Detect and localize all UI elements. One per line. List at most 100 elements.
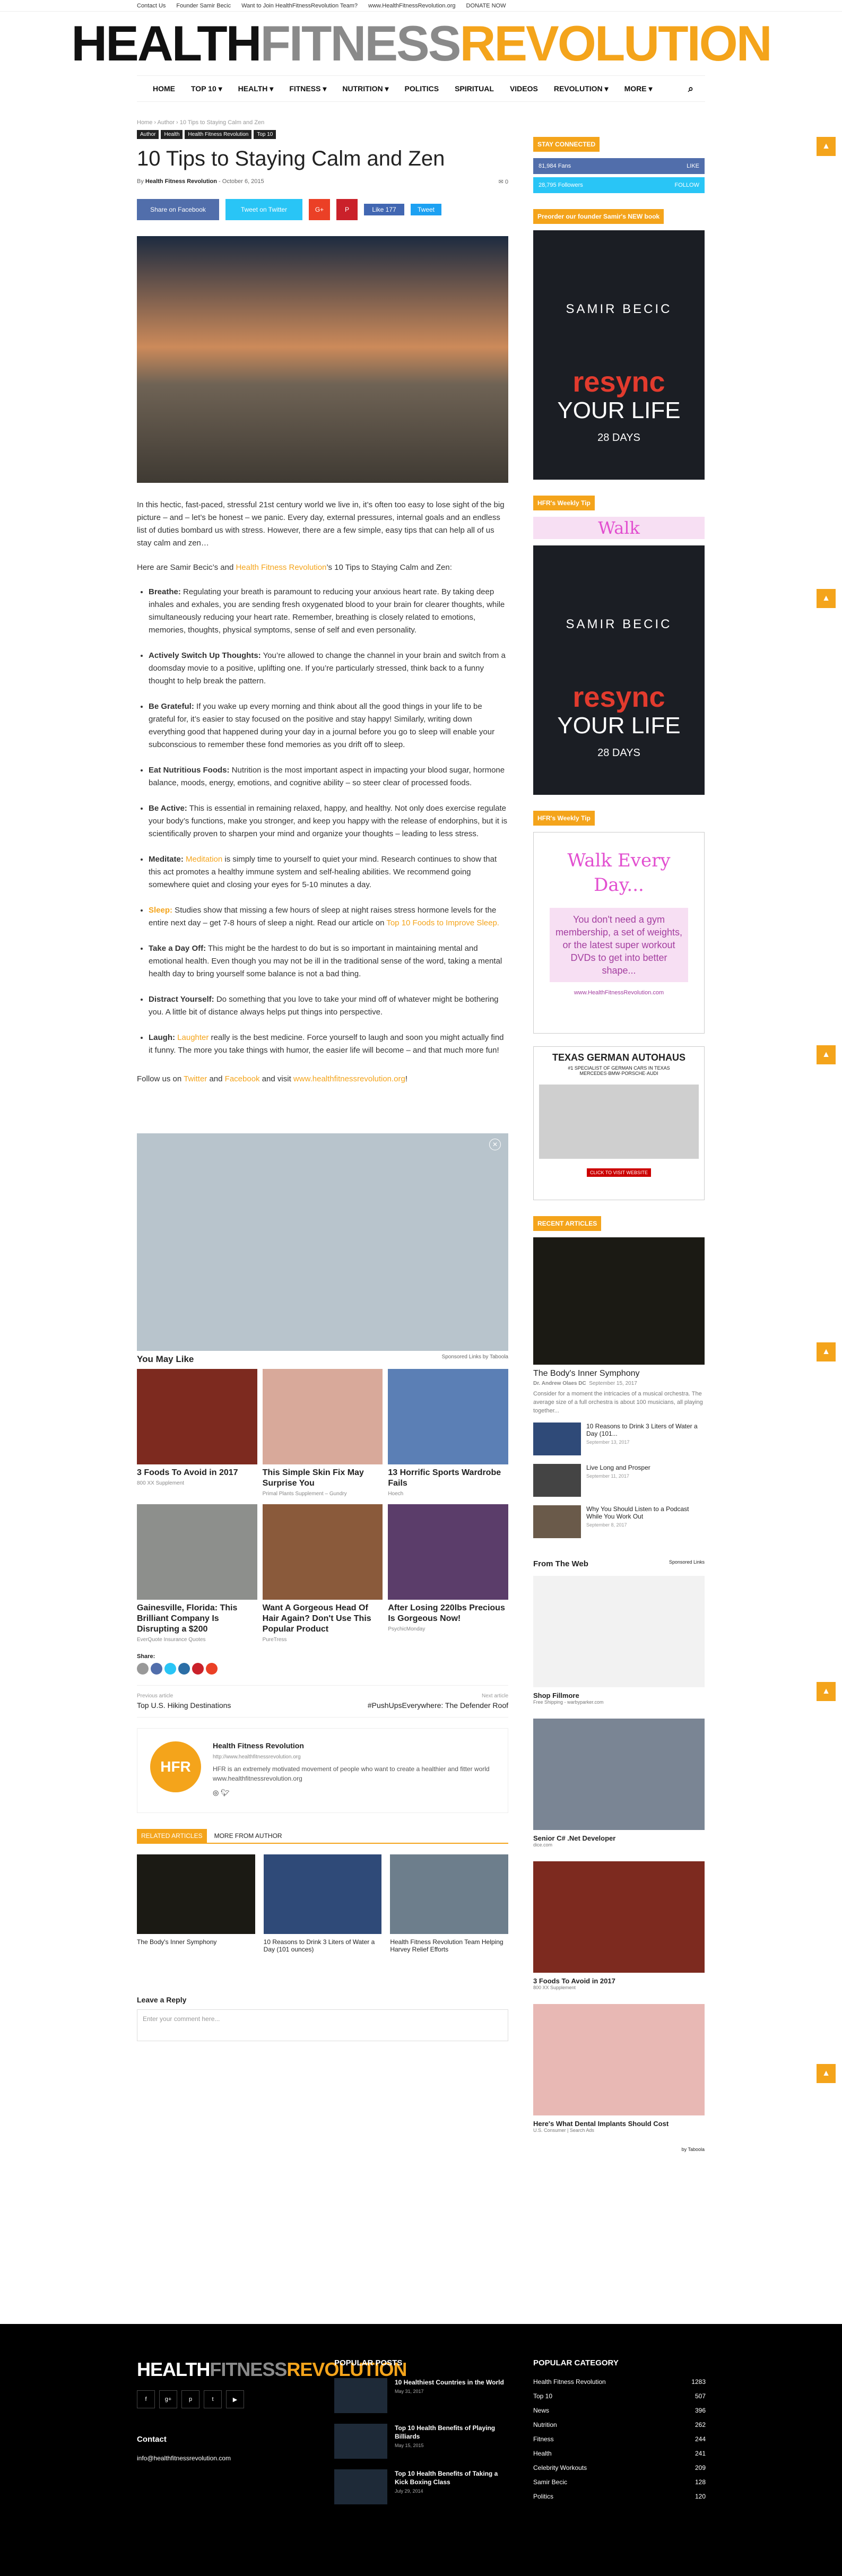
sponsor-label[interactable]: Sponsored Links by Taboola (442, 1354, 508, 1365)
scroll-up-button[interactable]: ▲ (817, 1682, 836, 1701)
category-row[interactable]: Nutrition 262 (533, 2421, 706, 2428)
list-item[interactable]: 10 Healthiest Countries in the World May … (334, 2378, 509, 2413)
follow-facebook-link[interactable]: Facebook (225, 1074, 260, 1083)
nav-spiritual[interactable]: SPIRITUAL (455, 84, 494, 93)
related-item[interactable]: The Body's Inner Symphony (137, 1854, 255, 1953)
category-row[interactable]: Fitness 244 (533, 2435, 706, 2443)
sponsored-card[interactable]: 13 Horrific Sports Wardrobe Fails Hoech (388, 1369, 508, 1497)
share-twitter-button[interactable]: Tweet on Twitter (225, 199, 302, 220)
pinterest-icon[interactable]: p (181, 2390, 199, 2408)
gplus-icon[interactable] (206, 1663, 218, 1675)
facebook-icon[interactable]: f (137, 2390, 155, 2408)
sponsored-card[interactable]: Want A Gorgeous Head Of Hair Again? Don'… (262, 1504, 383, 1643)
list-item[interactable]: 10 Reasons to Drink 3 Liters of Water a … (533, 1423, 705, 1455)
category-tag[interactable]: Health (161, 130, 183, 139)
twitter-followers-row[interactable]: 28,795 Followers FOLLOW (533, 177, 705, 193)
sponsored-card[interactable]: After Losing 220lbs Precious Is Gorgeous… (388, 1504, 508, 1643)
category-row[interactable]: Celebrity Workouts 209 (533, 2464, 706, 2471)
share-gplus-button[interactable]: G+ (309, 199, 330, 220)
topbar-link-site[interactable]: www.HealthFitnessRevolution.org (368, 3, 455, 9)
related-item[interactable]: Health Fitness Revolution Team Helping H… (390, 1854, 508, 1953)
video-ad[interactable]: ✕ (137, 1133, 508, 1351)
site-logo[interactable]: HEALTH FITNESS REVOLUTION (0, 12, 842, 75)
tip-link[interactable]: Laughter (177, 1033, 209, 1042)
topbar-link-contact[interactable]: Contact Us (137, 3, 166, 9)
recent-main-author[interactable]: Dr. Andrew Olaes DC (533, 1381, 586, 1386)
nav-politics[interactable]: POLITICS (405, 84, 439, 93)
nav-top10[interactable]: TOP 10 ▾ (191, 84, 222, 93)
weekly-tip-banner[interactable]: Walk (533, 517, 705, 539)
nav-more[interactable]: MORE ▾ (624, 84, 653, 93)
nav-home[interactable]: HOME (153, 84, 175, 93)
sponsored-card[interactable]: 3 Foods To Avoid in 2017 800 XX Supplemen… (533, 1861, 705, 1990)
category-row[interactable]: Top 10 507 (533, 2392, 706, 2400)
sponsored-card[interactable]: Shop Fillmore Free Shipping - warbyparker… (533, 1576, 705, 1705)
twitter-icon[interactable]: t (204, 2390, 222, 2408)
category-row[interactable]: News 396 (533, 2407, 706, 2414)
sponsored-card[interactable]: 3 Foods To Avoid in 2017 800 XX Supplemen… (137, 1369, 257, 1497)
footer-email[interactable]: info@healthfitnessrevolution.com (137, 2454, 317, 2462)
intro-link[interactable]: Health Fitness Revolution (236, 563, 326, 572)
prev-article[interactable]: Previous article Top U.S. Hiking Destinat… (137, 1693, 231, 1710)
category-row[interactable]: Health 241 (533, 2450, 706, 2457)
share-facebook-button[interactable]: Share on Facebook (137, 199, 219, 220)
ad-cta-button[interactable]: CLICK TO VISIT WEBSITE (586, 1168, 652, 1177)
topbar-link-join[interactable]: Want to Join HealthFitnessRevolution Tea… (241, 3, 358, 9)
nav-nutrition[interactable]: NUTRITION ▾ (342, 84, 388, 93)
category-row[interactable]: Samir Becic 128 (533, 2478, 706, 2486)
close-icon[interactable]: ✕ (489, 1139, 501, 1150)
youtube-icon[interactable]: ▶ (226, 2390, 244, 2408)
tab-related-articles[interactable]: RELATED ARTICLES (137, 1829, 207, 1843)
email-icon[interactable] (137, 1663, 149, 1675)
comment-count[interactable]: 0 (505, 179, 508, 185)
share-pinterest-button[interactable]: P (336, 199, 358, 220)
breadcrumb[interactable]: Home › Author › 10 Tips to Staying Calm … (137, 119, 508, 130)
weekly-tip-card[interactable]: Walk Every Day... You don't need a gym m… (533, 832, 705, 1034)
twitter-follow-button[interactable]: FOLLOW (675, 182, 699, 188)
related-item[interactable]: 10 Reasons to Drink 3 Liters of Water a … (263, 1854, 382, 1953)
facebook-icon[interactable] (151, 1663, 162, 1675)
list-item[interactable]: Top 10 Health Benefits of Taking a Kick … (334, 2469, 509, 2504)
tab-more-from-author[interactable]: MORE FROM AUTHOR (210, 1829, 287, 1843)
topbar-link-founder[interactable]: Founder Samir Becic (176, 3, 231, 9)
tip-link[interactable]: Top 10 Foods to Improve Sleep. (386, 918, 499, 927)
sponsored-card[interactable]: This Simple Skin Fix May Surprise You Pri… (262, 1369, 383, 1497)
twitter-icon[interactable] (164, 1663, 176, 1675)
category-tag[interactable]: Top 10 (254, 130, 276, 139)
category-row[interactable]: Health Fitness Revolution 1283 (533, 2378, 706, 2386)
sponsored-card[interactable]: Senior C# .Net Developer dice.com (533, 1719, 705, 1848)
facebook-fans-row[interactable]: 81,984 Fans LIKE (533, 158, 705, 174)
scroll-up-button[interactable]: ▲ (817, 589, 836, 608)
scroll-up-button[interactable]: ▲ (817, 1342, 836, 1361)
instagram-icon[interactable]: ◎ (213, 1789, 219, 1797)
topbar-link-donate[interactable]: DONATE NOW (466, 3, 506, 9)
linkedin-icon[interactable] (178, 1663, 190, 1675)
tweet-button[interactable]: Tweet (411, 204, 441, 215)
list-item[interactable]: Top 10 Health Benefits of Playing Billia… (334, 2424, 509, 2459)
follow-twitter-link[interactable]: Twitter (184, 1074, 207, 1083)
nav-revolution[interactable]: REVOLUTION ▾ (554, 84, 609, 93)
scroll-up-button[interactable]: ▲ (817, 2064, 836, 2083)
follow-site-link[interactable]: www.healthfitnessrevolution.org (293, 1074, 405, 1083)
sponsored-card[interactable]: Here's What Dental Implants Should Cost U… (533, 2004, 705, 2133)
recent-main-title[interactable]: The Body's Inner Symphony (533, 1369, 705, 1378)
tip-heading[interactable]: Sleep: (149, 906, 172, 915)
comment-input[interactable]: Enter your comment here... (137, 2009, 508, 2041)
nav-health[interactable]: HEALTH ▾ (238, 84, 274, 93)
nav-fitness[interactable]: FITNESS ▾ (289, 84, 326, 93)
author-name[interactable]: Health Fitness Revolution (213, 1741, 495, 1750)
list-item[interactable]: Live Long and Prosper September 11, 2017 (533, 1464, 705, 1497)
avatar[interactable]: HFR (150, 1741, 201, 1792)
taboola-credit[interactable]: by Taboola (533, 2147, 705, 2152)
book-promo-image[interactable]: SAMIR BECIC resync YOUR LIFE 28 DAYS (533, 230, 705, 480)
category-tag[interactable]: Health Fitness Revolution (185, 130, 252, 139)
nav-videos[interactable]: VIDEOS (510, 84, 538, 93)
gplus-icon[interactable]: g+ (159, 2390, 177, 2408)
facebook-like-button[interactable]: LIKE (687, 163, 699, 169)
meta-author[interactable]: Health Fitness Revolution (145, 178, 217, 185)
sponsored-card[interactable]: Gainesville, Florida: This Brilliant Com… (137, 1504, 257, 1643)
scroll-up-button[interactable]: ▲ (817, 137, 836, 156)
list-item[interactable]: Why You Should Listen to a Podcast While… (533, 1505, 705, 1538)
twitter-icon[interactable]: 🐦︎ (221, 1789, 230, 1797)
fb-like-button[interactable]: Like 177 (364, 204, 404, 215)
